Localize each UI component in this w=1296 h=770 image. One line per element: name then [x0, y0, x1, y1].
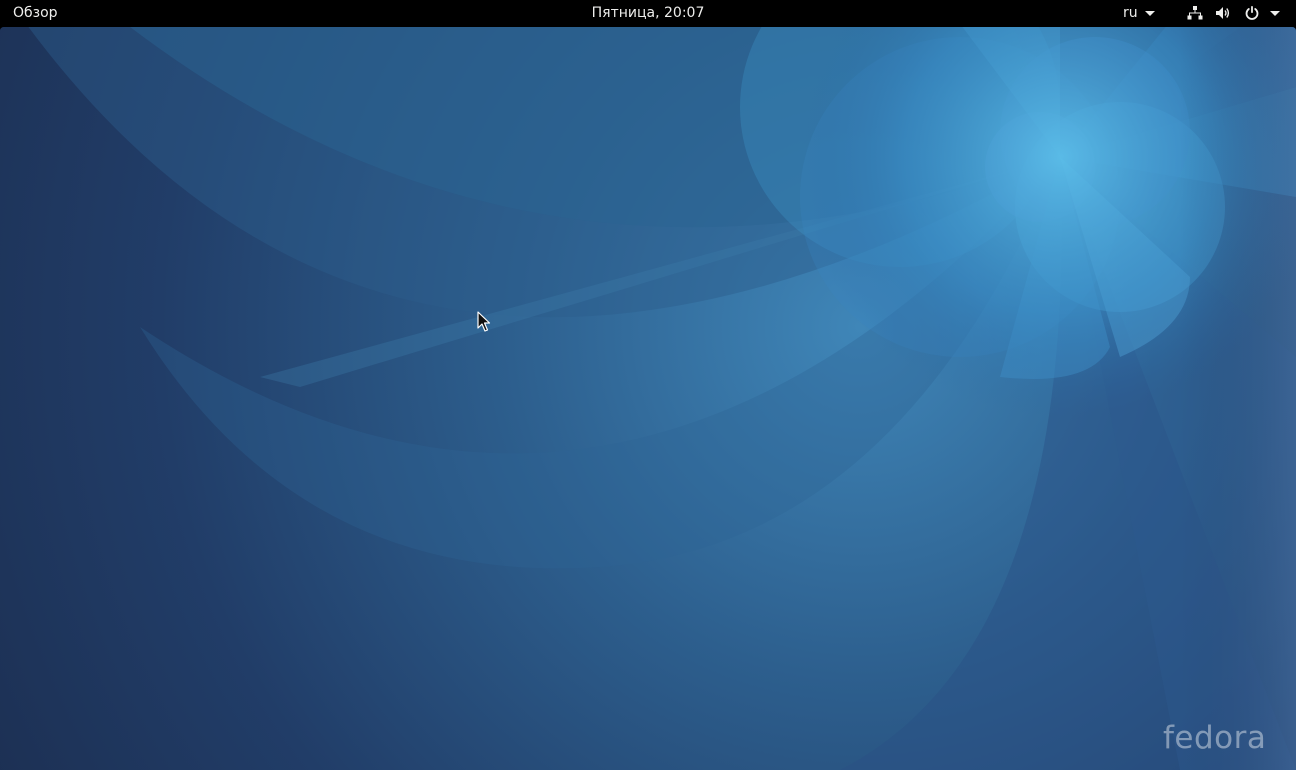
top-bar: Обзор Пятница, 20:07 ru — [0, 0, 1296, 27]
network-wired-icon[interactable] — [1187, 5, 1203, 21]
desktop[interactable]: fedora — [0, 27, 1296, 770]
fedora-logo: fedora — [1163, 720, 1267, 756]
keyboard-layout-button[interactable]: ru — [1123, 0, 1138, 27]
chevron-down-icon[interactable] — [1270, 11, 1280, 16]
volume-icon[interactable] — [1215, 5, 1231, 21]
power-icon[interactable] — [1244, 5, 1260, 21]
clock-button[interactable]: Пятница, 20:07 — [592, 5, 705, 21]
activities-button[interactable]: Обзор — [13, 0, 58, 27]
clock-container: Пятница, 20:07 — [0, 0, 1296, 27]
mouse-cursor-icon — [477, 311, 491, 332]
desktop-wallpaper — [0, 27, 1296, 770]
chevron-down-icon[interactable] — [1145, 11, 1155, 16]
